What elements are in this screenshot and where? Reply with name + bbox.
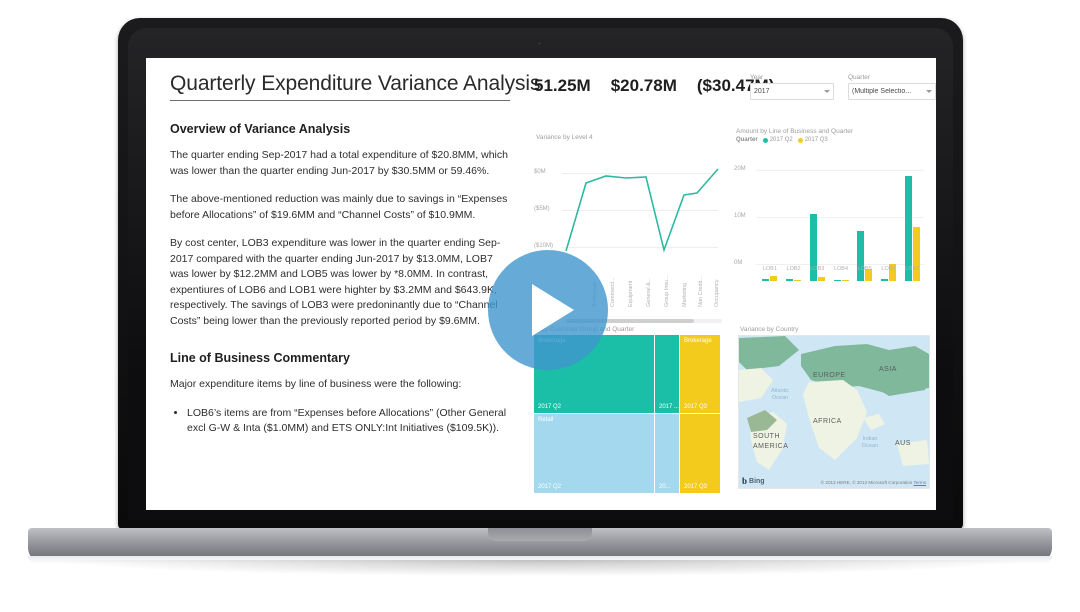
bar-group-lob6 [877, 163, 901, 281]
map-label-indian-ocean: Indian Ocean [861, 436, 879, 449]
legend-label-q3: 2017 Q3 [804, 137, 828, 143]
treemap-tile-label: Brokerage [684, 338, 712, 344]
line-xlab-1: Commercl... [610, 277, 616, 307]
filter-quarter: Quarter (Multiple Selectio... [848, 74, 936, 100]
line-xlab-7: Occupancy [714, 279, 720, 307]
bar-chart-plot: 0M 10M 20M LOB1 LOB2 LOB3 LOB4 LOB5 LOB6… [734, 146, 930, 281]
chevron-down-icon [824, 90, 830, 93]
filter-quarter-value: (Multiple Selectio... [852, 88, 912, 95]
play-button[interactable] [488, 250, 608, 370]
kpi-total: 51.25M [534, 76, 591, 95]
map-attribution: © 2013 HERE, © 2013 Microsoft Corporatio… [821, 480, 926, 485]
map-label-asia: ASIA [879, 366, 897, 373]
bar-xlab-2: LOB3 [810, 266, 825, 272]
bar-series-group [758, 163, 924, 281]
visual-variance-by-country[interactable]: Variance by Country EUROPE ASIA AFRICA S… [738, 326, 932, 502]
report-header: Quarterly Expenditure Variance Analysis … [170, 72, 936, 118]
treemap-tile-retail-q2[interactable]: Retail 2017 Q2 [534, 414, 654, 493]
page-title: Quarterly Expenditure Variance Analysis [170, 72, 541, 101]
line-xlab-4: Group Insu... [664, 275, 670, 307]
line-xlab-2: Equipment [628, 280, 634, 307]
filter-year-label: Year [750, 74, 764, 81]
world-map-shapes [739, 336, 929, 488]
narrative-panel: Overview of Variance Analysis The quarte… [170, 122, 510, 437]
laptop-base-notch [488, 528, 592, 541]
bar-group-lob5 [853, 163, 877, 281]
filter-quarter-dropdown[interactable]: (Multiple Selectio... [848, 83, 936, 100]
paragraph-lob-1: Major expenditure items by line of busin… [170, 378, 462, 390]
treemap-tile-quarter: 2017 Q2 [538, 484, 562, 490]
bing-wordmark: Bing [749, 477, 765, 485]
section-heading-lob: Line of Business Commentary [170, 351, 350, 365]
paragraph-overview-3: By cost center, LOB3 expenditure was low… [170, 237, 501, 327]
chart-title-bar: Amount by Line of Business and Quarter [736, 128, 854, 135]
line-xlab-6: Non Credit... [698, 276, 704, 307]
legend-label-q2: 2017 Q2 [769, 137, 793, 143]
chart-title-line: Variance by Level 4 [536, 134, 593, 141]
paragraph-overview-2: The above-mentioned reduction was mainly… [170, 193, 508, 221]
map-label-aus: AUS [895, 440, 911, 447]
kpi-row: 51.25M $20.78M ($30.47M) [534, 76, 774, 96]
laptop-shadow [60, 560, 1020, 576]
list-item: LOB6’s items are from “Expenses before A… [187, 406, 510, 437]
legend-item-q2[interactable]: 2017 Q2 [762, 137, 793, 143]
treemap-tile-quarter: 2017 Q3 [684, 484, 708, 490]
map-label-south-america: SOUTH AMERICA [753, 433, 789, 450]
section-heading-overview: Overview of Variance Analysis [170, 122, 351, 136]
filter-bar: Year 2017 Quarter (Multiple Selectio... [750, 74, 936, 100]
line-xlab-3: General &... [646, 277, 652, 307]
treemap-tile-quarter: 20... [659, 484, 671, 490]
bar-xlab-3: LOB4 [833, 266, 849, 272]
bar-group-lob2 [782, 163, 806, 281]
treemap-tile-quarter: 2017 Q2 [538, 404, 562, 410]
filter-quarter-label: Quarter [848, 74, 871, 81]
bar-xlab-6: LOB7 [905, 266, 920, 272]
map-label-africa: AFRICA [813, 418, 842, 425]
bar-ytick-0: 0M [734, 260, 743, 266]
bar-xlab-1: LOB2 [786, 266, 801, 272]
treemap-tile-quarter: 2017 ... [659, 404, 679, 410]
bar-xlab-5: LOB6 [881, 266, 896, 272]
bar-xlab-4: LOB5 [857, 266, 872, 272]
bar-ytick-2: 20M [734, 166, 746, 172]
treemap-tile-retail-q3[interactable]: 2017 Q3 [680, 414, 720, 493]
map-label-europe: EUROPE [813, 372, 846, 379]
video-thumbnail: Quarterly Expenditure Variance Analysis … [0, 0, 1080, 612]
bar-xlab-0: LOB1 [762, 266, 777, 272]
treemap-tile-brokerage-q2-small[interactable]: 2017 ... [655, 335, 679, 413]
filter-year: Year 2017 [750, 74, 834, 100]
treemap-tile-quarter: 2017 Q3 [684, 404, 708, 410]
bar-chart-legend: Quarter 2017 Q2 2017 Q3 [736, 137, 930, 143]
webcam-icon [537, 41, 542, 46]
lob-bullet-list: LOB6’s items are from “Expenses before A… [170, 406, 510, 437]
filter-year-dropdown[interactable]: 2017 [750, 83, 834, 100]
map-attribution-text: © 2013 HERE, © 2013 Microsoft Corporatio… [820, 480, 913, 485]
map-terms-link[interactable]: Terms [913, 480, 926, 485]
bing-b-icon: b [742, 476, 748, 486]
bar-group-lob4 [829, 163, 853, 281]
legend-swatch-q2 [762, 137, 768, 143]
bar-x-axis-labels: LOB1 LOB2 LOB3 LOB4 LOB5 LOB6 LOB7 [758, 266, 924, 272]
kpi-current-quarter: $20.78M [610, 76, 677, 95]
play-triangle-icon [532, 284, 574, 336]
treemap-tile-retail-small[interactable]: 20... [655, 414, 679, 493]
visual-amount-by-lob-quarter[interactable]: Amount by Line of Business and Quarter Q… [734, 128, 930, 320]
legend-item-q3[interactable]: 2017 Q3 [797, 137, 828, 143]
treemap-tile-label: Retail [538, 417, 554, 423]
bar-ytick-1: 10M [734, 213, 746, 219]
line-xlab-5: Marketing [682, 282, 688, 307]
legend-title: Quarter [736, 137, 758, 143]
legend-swatch-q3 [797, 137, 803, 143]
bing-logo: b Bing [742, 476, 765, 486]
bing-map[interactable]: EUROPE ASIA AFRICA SOUTH AMERICA AUS Atl… [738, 335, 930, 489]
filter-year-value: 2017 [754, 88, 770, 95]
paragraph-overview-1: The quarter ending Sep-2017 had a total … [170, 149, 508, 177]
bar-group-lob1 [758, 163, 782, 281]
chevron-down-icon [926, 90, 932, 93]
map-label-atlantic-ocean: Atlantic Ocean [770, 388, 790, 401]
bar-group-lob3 [805, 163, 829, 281]
bar-group-lob7 [900, 163, 924, 281]
treemap-tile-brokerage-q3[interactable]: Brokerage 2017 Q3 [680, 335, 720, 413]
chart-title-map: Variance by Country [740, 326, 799, 333]
